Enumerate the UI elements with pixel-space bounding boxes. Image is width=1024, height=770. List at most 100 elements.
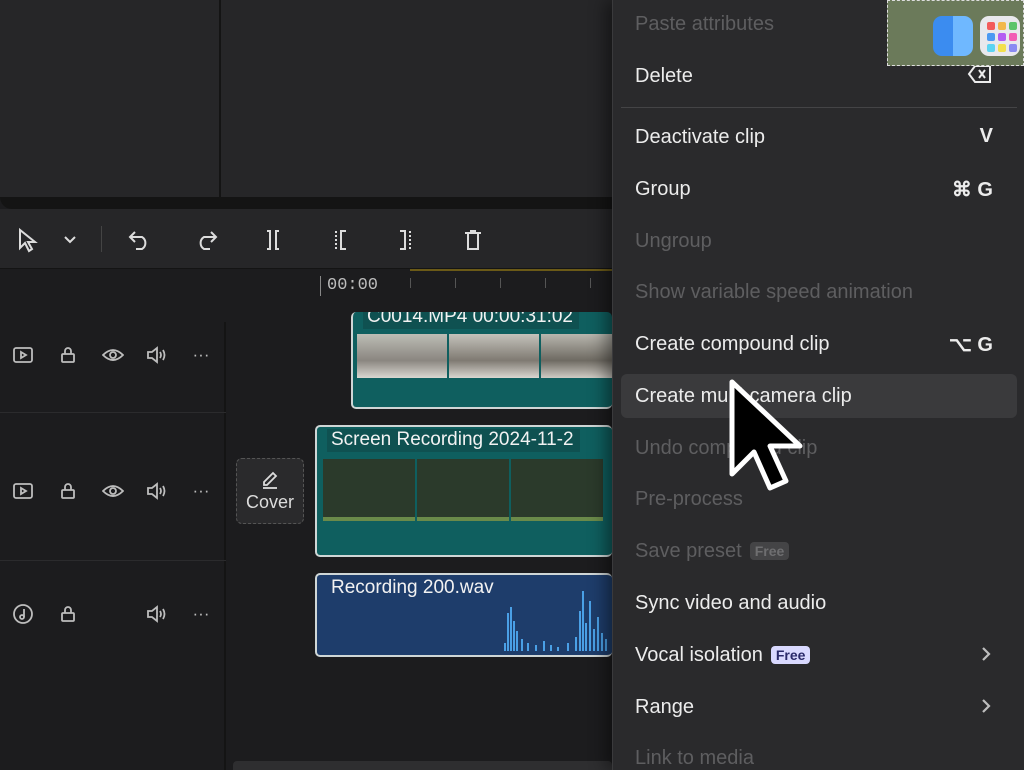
menu-item: Show variable speed animation [621, 270, 1017, 314]
media-panel [0, 0, 221, 197]
menu-item: Ungroup [621, 219, 1017, 263]
more-icon[interactable]: ··· [189, 479, 213, 503]
undo-icon[interactable] [125, 225, 155, 255]
clip-title: C0014.MP4 00:00:31:02 [363, 312, 579, 329]
track-divider [0, 412, 226, 413]
menu-item: Link to media [621, 736, 1017, 770]
menu-item[interactable]: Sync video and audio [621, 581, 1017, 625]
menu-item[interactable]: Create compound clip ⌥ G [621, 322, 1017, 366]
delete-icon[interactable] [458, 225, 488, 255]
panel-divider[interactable] [0, 197, 612, 209]
waveform-bar [535, 645, 537, 651]
video-clip[interactable]: Screen Recording 2024-11-2 [315, 425, 612, 557]
eye-icon[interactable] [101, 479, 125, 503]
waveform-bar [516, 631, 518, 651]
track-headers [0, 322, 226, 770]
more-icon[interactable]: ··· [189, 343, 213, 367]
menu-item-label: Group [635, 177, 691, 200]
menu-item-label: Create compound clip [635, 332, 830, 355]
waveform-bar [605, 639, 607, 651]
horizontal-scrollbar[interactable] [233, 761, 612, 770]
menu-item-label: Vocal isolation [635, 643, 763, 666]
chevron-down-icon[interactable] [55, 225, 85, 255]
waveform-bar [557, 647, 559, 651]
menu-separator [621, 107, 1017, 108]
redo-icon[interactable] [191, 225, 221, 255]
timeline-toolbar [0, 209, 612, 269]
eye-icon[interactable] [101, 343, 125, 367]
finder-icon[interactable] [933, 16, 973, 56]
more-icon[interactable]: ··· [189, 602, 213, 626]
menu-item-label: Show variable speed animation [635, 280, 913, 303]
ruler-tick [545, 278, 546, 288]
toolbar-divider [101, 226, 102, 252]
clip-thumbnail [449, 334, 539, 378]
clip-title: Recording 200.wav [327, 577, 500, 600]
delete-key-icon [967, 64, 993, 90]
chevron-right-icon [981, 645, 991, 668]
speaker-icon[interactable] [145, 343, 169, 367]
select-tool-icon[interactable] [12, 225, 42, 255]
menu-item-label: Sync video and audio [635, 591, 827, 614]
timeline-ruler[interactable] [228, 270, 612, 312]
shortcut-label: ⌥ G [948, 334, 993, 356]
waveform-bar [504, 643, 506, 651]
waveform-bar [593, 629, 595, 651]
menu-item[interactable]: Vocal isolation Free [621, 633, 1017, 677]
menu-item-label: Delete [635, 64, 693, 87]
speaker-icon[interactable] [145, 479, 169, 503]
clip-thumbnail [541, 334, 612, 378]
waveform-bar [589, 601, 591, 651]
waveform-bar [507, 613, 509, 651]
menu-item[interactable]: Group ⌘ G [621, 167, 1017, 211]
ruler-tick [590, 278, 591, 288]
split-icon[interactable] [258, 225, 288, 255]
menu-item: Pre-process [621, 477, 1017, 521]
ruler-tick [455, 278, 456, 288]
ruler-start-mark [320, 276, 321, 296]
menu-item-label: Deactivate clip [635, 125, 766, 148]
chevron-right-icon [981, 697, 991, 720]
menu-item-label: Range [635, 695, 694, 718]
player-panel [223, 0, 612, 197]
clip-thumbnail [357, 334, 447, 378]
menu-item-label: Save preset [635, 539, 742, 562]
clip-thumbnail [323, 459, 415, 521]
trim-right-icon[interactable] [391, 225, 421, 255]
menu-item: Save preset Free [621, 529, 1017, 573]
menu-item[interactable]: Range [621, 685, 1017, 729]
waveform-bar [582, 591, 584, 651]
lock-icon[interactable] [56, 479, 80, 503]
menu-item: Undo compound clip [621, 426, 1017, 470]
lock-icon[interactable] [56, 602, 80, 626]
mouse-cursor-icon [726, 378, 806, 503]
launchpad-icon[interactable] [980, 16, 1020, 56]
cover-label: Cover [245, 492, 294, 512]
waveform-bar [510, 607, 512, 651]
cover-button[interactable]: Cover [236, 458, 304, 524]
menu-item[interactable]: Create multi-camera clip [621, 374, 1017, 418]
menu-item[interactable]: Deactivate clip V [621, 115, 1017, 159]
shortcut-label: ⌘ G [951, 179, 993, 201]
audio-clip[interactable]: Recording 200.wav [315, 573, 612, 657]
ruler-timecode: 00:00 [327, 276, 379, 295]
video-track-icon [11, 343, 35, 367]
trim-left-icon[interactable] [325, 225, 355, 255]
audio-track-icon [11, 602, 35, 626]
menu-item-label: Link to media [635, 746, 754, 769]
waveform-bar [527, 643, 529, 651]
waveform-bar [585, 623, 587, 651]
waveform-bar [567, 643, 569, 651]
clip-title: Screen Recording 2024-11-2 [327, 429, 580, 452]
speaker-icon[interactable] [145, 602, 169, 626]
ruler-tick [500, 278, 501, 288]
waveform-bar [521, 639, 523, 651]
video-clip[interactable]: C0014.MP4 00:00:31:02 [351, 312, 612, 409]
lock-icon[interactable] [56, 343, 80, 367]
waveform-bar [579, 611, 581, 651]
preview-area [0, 0, 612, 197]
waveform-bar [597, 617, 599, 651]
shortcut-label: V [979, 125, 993, 147]
free-badge: Free [770, 646, 811, 664]
waveform-bar [575, 637, 577, 651]
